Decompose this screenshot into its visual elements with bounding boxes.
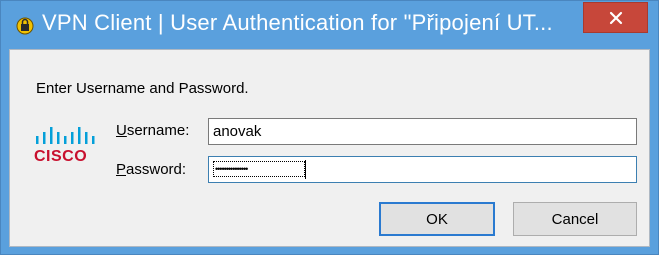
username-label-rest: sername: xyxy=(126,122,190,139)
cancel-button-label: Cancel xyxy=(551,210,599,228)
password-masked-value: ••••••••••••••• xyxy=(215,164,248,174)
prompt-text: Enter Username and Password. xyxy=(36,80,249,97)
password-label-rest: assword: xyxy=(126,161,187,178)
title-bar[interactable]: VPN Client | User Authentication for "Př… xyxy=(1,1,658,49)
vpn-auth-dialog: VPN Client | User Authentication for "Př… xyxy=(0,0,659,255)
cisco-logo-text: CISCO xyxy=(34,148,88,165)
vpn-lock-icon xyxy=(16,17,34,35)
password-label: Password: xyxy=(116,161,186,178)
dialog-body: Enter Username and Password. CISCO Usern… xyxy=(9,49,650,247)
username-value: anovak xyxy=(213,123,262,140)
password-input[interactable]: ••••••••••••••• xyxy=(208,156,637,183)
close-icon xyxy=(609,11,622,24)
cancel-button[interactable]: Cancel xyxy=(513,202,637,236)
ok-button-label: OK xyxy=(426,210,448,228)
ok-button[interactable]: OK xyxy=(379,202,495,236)
username-label-accel: U xyxy=(116,122,127,139)
close-button[interactable] xyxy=(583,2,648,33)
password-label-accel: P xyxy=(116,161,127,178)
window-title: VPN Client | User Authentication for "Př… xyxy=(42,10,553,35)
username-input[interactable]: anovak xyxy=(208,118,637,145)
text-caret xyxy=(305,160,306,179)
username-label: Username: xyxy=(116,122,189,139)
